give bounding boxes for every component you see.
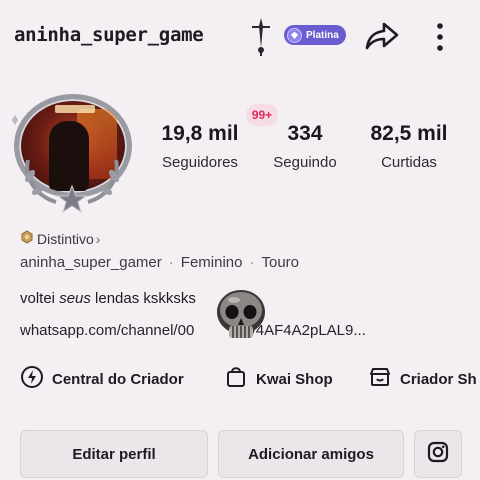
shopping-bag-icon (224, 365, 248, 394)
profile-header: aninha_super_game Platina (0, 14, 480, 58)
following-count: 334 (287, 122, 323, 145)
more-icon[interactable] (432, 20, 448, 59)
profile-username-title: aninha_super_game (14, 24, 204, 46)
share-icon[interactable] (364, 20, 400, 57)
likes-count: 82,5 mil (370, 122, 448, 145)
chevron-right-icon: › (95, 231, 101, 247)
stat-followers[interactable]: 19,8 mil Seguidores (154, 122, 246, 171)
instagram-button[interactable] (414, 430, 462, 478)
instagram-icon (427, 441, 449, 467)
separator-dot: · (168, 254, 174, 271)
profile-link[interactable]: whatsapp.com/channel/00 v4AF4A2pLAL9... (20, 322, 366, 339)
badge-link[interactable]: Distintivo › (20, 229, 101, 249)
separator-dot: · (249, 254, 255, 271)
medal-icon (20, 229, 34, 249)
lightning-icon (20, 365, 44, 394)
following-label: Seguindo (273, 154, 337, 171)
shortcut-row: Central do Criador Kwai Shop Criador Sh (20, 365, 480, 394)
creator-center-button[interactable]: Central do Criador (20, 365, 184, 394)
gem-icon (287, 27, 302, 43)
kwai-shop-label: Kwai Shop (256, 370, 333, 388)
skull-sticker-icon (217, 290, 265, 338)
tier-badge-label: Platina (306, 29, 339, 41)
followers-label: Seguidores (162, 154, 238, 171)
sword-icon (248, 16, 274, 61)
profile-bio: voltei seus lendas kskksks (20, 290, 196, 307)
likes-label: Curtidas (381, 154, 437, 171)
laurel-frame-icon (12, 115, 119, 214)
profile-username: aninha_super_gamer (20, 254, 162, 271)
profile-zodiac: Touro (261, 254, 300, 271)
creator-center-label: Central do Criador (52, 370, 184, 388)
badge-link-label: Distintivo (37, 231, 94, 247)
storefront-icon (368, 365, 392, 394)
add-friends-button[interactable]: Adicionar amigos (218, 430, 404, 478)
stat-likes[interactable]: 82,5 mil Curtidas (366, 122, 452, 171)
followers-count: 19,8 mil (161, 122, 239, 145)
creator-shop-button[interactable]: Criador Sh (368, 366, 477, 392)
tier-badge[interactable]: Platina (284, 25, 346, 45)
edit-profile-button[interactable]: Editar perfil (20, 430, 208, 478)
avatar-frame[interactable] (6, 90, 136, 215)
profile-gender: Feminino (180, 254, 243, 271)
creator-shop-label: Criador Sh (400, 370, 477, 388)
profile-link-start: whatsapp.com/channel/00 (20, 322, 195, 339)
bio-text: lendas kskksks (90, 290, 196, 307)
bio-text-italic: seus (59, 290, 91, 307)
kwai-shop-button[interactable]: Kwai Shop (224, 366, 333, 392)
stat-following[interactable]: 334 Seguindo (266, 122, 344, 171)
profile-meta: aninha_super_gamer · Feminino · Touro (20, 254, 299, 271)
bio-text: voltei (20, 290, 60, 307)
